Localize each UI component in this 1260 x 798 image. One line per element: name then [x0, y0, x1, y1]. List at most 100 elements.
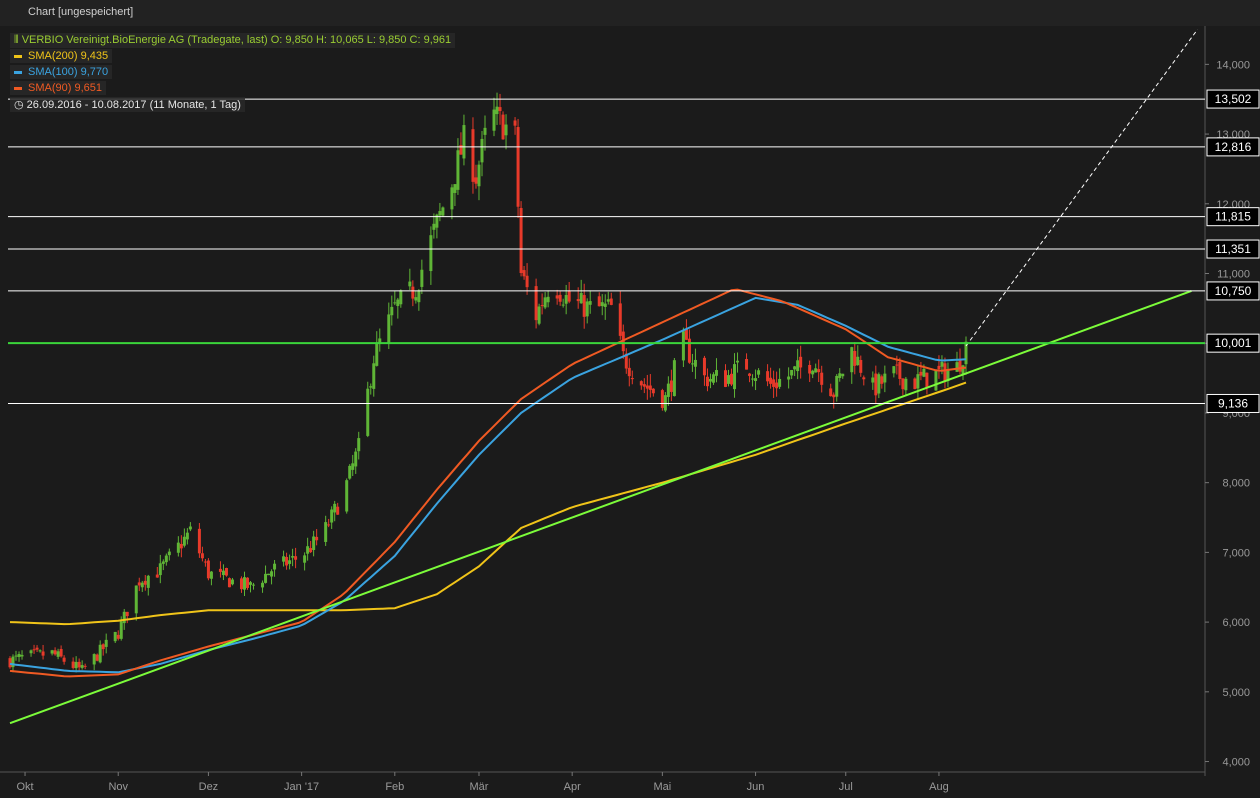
x-tick-label: Jun [747, 781, 765, 793]
candle-body [471, 129, 475, 182]
level-label: 11,815 [1215, 210, 1251, 224]
candle-body [829, 388, 833, 397]
candle-body [432, 223, 436, 230]
candle-body [267, 573, 271, 576]
candle-body [943, 363, 947, 383]
x-tick-label: Nov [108, 781, 128, 793]
candle-body [366, 388, 370, 436]
x-tick-label: Okt [16, 781, 33, 793]
price-chart[interactable]: 4,0005,0006,0007,0008,0009,00010,00011,0… [0, 26, 1260, 798]
candle-body [955, 362, 959, 372]
legend-sma100[interactable]: SMA(100) 9,770 [10, 65, 113, 79]
candle-body [693, 359, 697, 367]
candle-body [618, 303, 622, 336]
candle-body [660, 390, 664, 408]
candle-body [522, 270, 526, 277]
candle-body [345, 480, 349, 512]
candle-body [122, 611, 126, 624]
candle-body [303, 555, 307, 563]
candle-body [651, 388, 655, 394]
y-tick-label: 8,000 [1222, 478, 1250, 490]
candle-body [871, 377, 875, 383]
candle-body [958, 360, 962, 372]
candle-body [14, 655, 18, 657]
candle-body [516, 127, 520, 207]
candle-body [790, 369, 794, 376]
candle-body [748, 373, 752, 376]
candle-body [98, 644, 102, 663]
candle-body [772, 379, 776, 387]
candle-body [288, 560, 292, 564]
candle-body [104, 639, 108, 647]
candle-body [125, 611, 129, 617]
y-tick-label: 11,000 [1217, 269, 1250, 281]
candle-body [62, 657, 66, 662]
candle-body [17, 654, 21, 657]
candle-body [119, 621, 123, 639]
chart-background [0, 26, 1260, 798]
candle-body [185, 532, 189, 540]
candle-body [164, 555, 168, 563]
candle-body [390, 306, 394, 316]
candle-icon: ⫴ [14, 34, 22, 46]
candle-body [727, 375, 731, 384]
candle-body [669, 380, 673, 392]
candle-body [155, 574, 159, 578]
candle-body [519, 208, 523, 274]
candle-body [230, 579, 234, 585]
candle-body [399, 290, 403, 305]
candle-body [895, 364, 899, 366]
legend-sma200[interactable]: SMA(200) 9,435 [10, 49, 113, 63]
candle-body [639, 381, 643, 386]
candle-body [576, 299, 580, 302]
candle-body [462, 125, 466, 159]
candle-body [603, 303, 607, 307]
candle-body [351, 463, 355, 470]
candle-body [116, 634, 120, 639]
candle-body [420, 269, 424, 287]
sma90-swatch [14, 86, 22, 90]
candle-body [158, 563, 162, 576]
candle-body [101, 644, 105, 650]
candle-body [294, 556, 298, 560]
sma200-swatch [14, 54, 22, 58]
candle-body [477, 164, 481, 187]
candle-body [645, 385, 649, 389]
candle-body [134, 585, 138, 614]
candle-body [408, 281, 412, 287]
candle-body [113, 631, 117, 642]
candle-body [306, 546, 310, 554]
candle-body [919, 371, 923, 376]
candle-body [261, 582, 265, 588]
candle-body [558, 294, 562, 302]
candle-body [940, 361, 944, 367]
candle-body [540, 305, 544, 307]
candle-body [11, 656, 15, 668]
x-tick-label: Mär [470, 781, 489, 793]
candle-body [817, 369, 821, 373]
candle-body [663, 395, 667, 411]
candle-body [787, 376, 791, 380]
legend-sma90[interactable]: SMA(90) 9,651 [10, 81, 106, 95]
candle-body [714, 370, 718, 376]
candle-body [182, 536, 186, 546]
candle-body [417, 290, 421, 303]
candle-body [681, 331, 685, 361]
y-tick-label: 4,000 [1222, 757, 1250, 769]
legend-sma200-text: SMA(200) 9,435 [28, 50, 109, 62]
candle-body [273, 563, 277, 570]
candle-body [745, 358, 749, 370]
candle-body [922, 368, 926, 377]
candle-body [249, 582, 253, 585]
candle-body [456, 150, 460, 190]
candle-body [336, 506, 340, 515]
candle-body [495, 106, 499, 115]
candle-body [504, 124, 508, 136]
legend-sma90-text: SMA(90) 9,651 [28, 82, 102, 94]
candle-body [492, 109, 496, 131]
candle-body [8, 658, 12, 668]
candle-body [176, 542, 180, 553]
y-tick-label: 6,000 [1222, 617, 1250, 629]
candle-body [585, 301, 589, 317]
level-label: 13,502 [1215, 92, 1252, 106]
